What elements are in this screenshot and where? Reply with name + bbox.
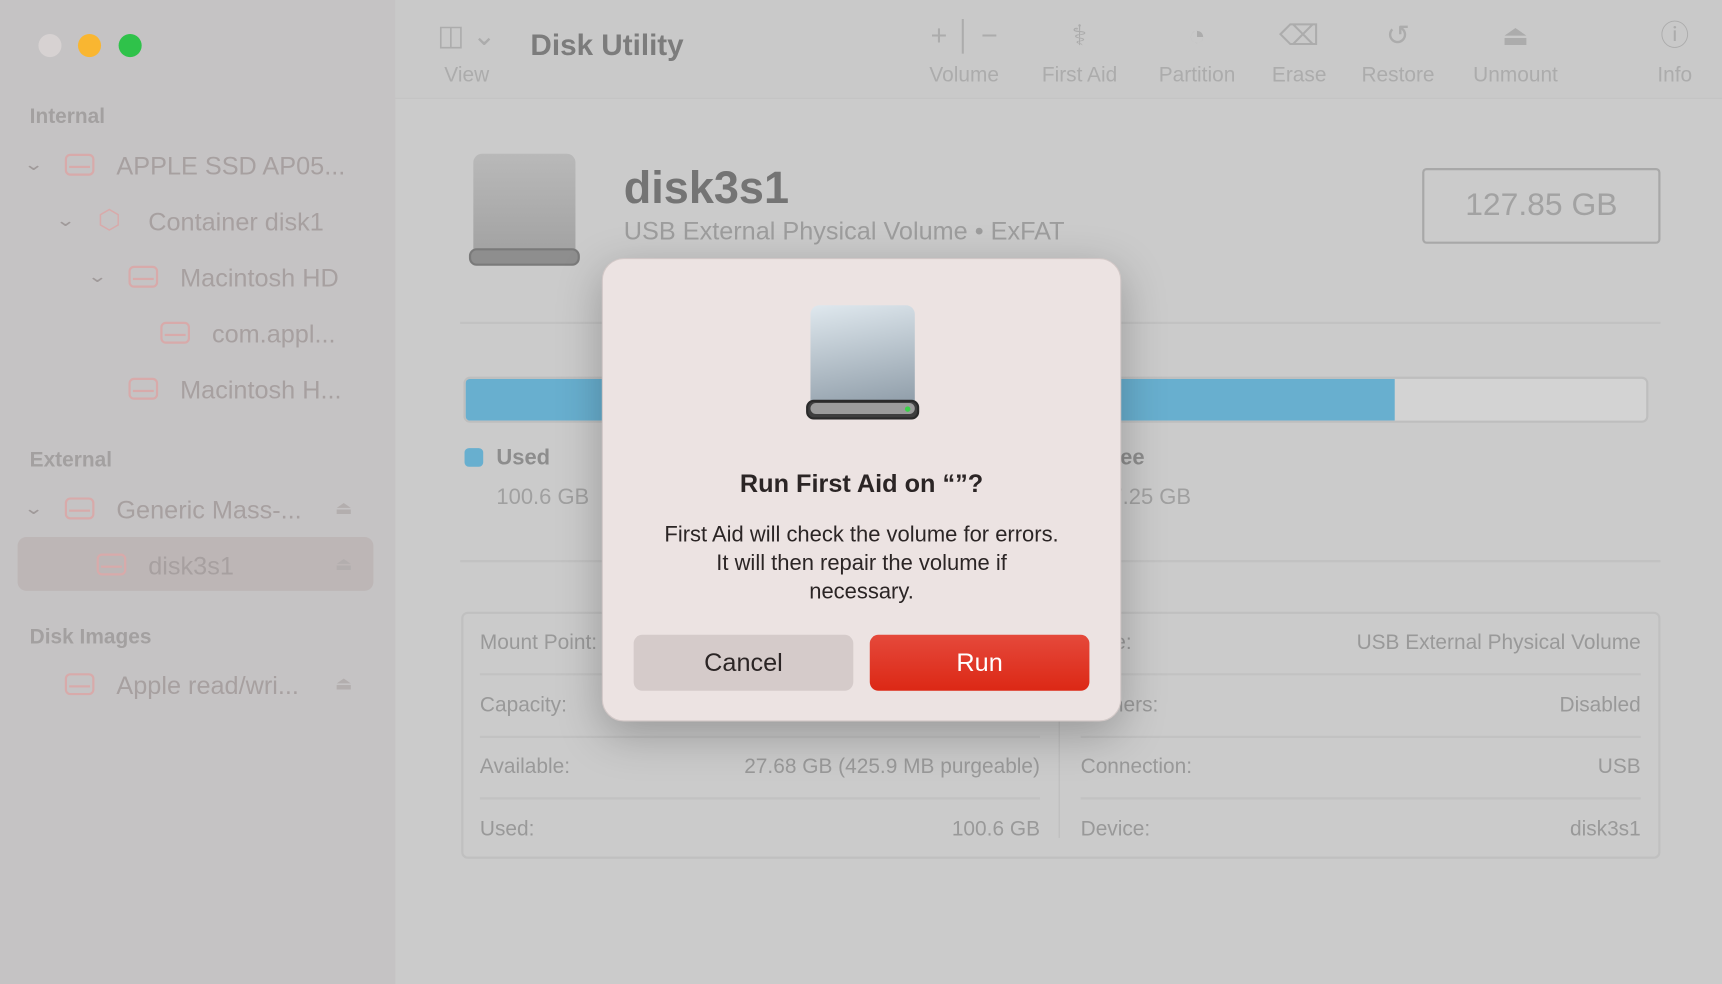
drive-icon [128,265,159,288]
used-legend-value: 100.6 GB [496,485,590,510]
drive-icon [806,305,920,420]
section-disk-images: Disk Images [29,625,152,650]
info-value: USB [1597,755,1641,779]
sidebar-item-label: Apple read/wri... [116,671,299,700]
restore-icon: ↺ [1386,18,1410,52]
drive-icon [96,553,127,576]
volume-subtitle: USB External Physical Volume • ExFAT [623,216,1065,245]
sidebar-item-com-apple[interactable]: com.appl... [0,311,395,355]
drive-icon [64,497,95,520]
cancel-button[interactable]: Cancel [633,634,854,691]
sidebar-item-label: Macintosh HD [180,263,339,293]
used-legend-swatch [464,448,484,467]
view-label: View [444,63,490,87]
info-label: Connection: [1080,755,1192,779]
section-external: External [29,449,112,473]
sidebar: Internal ⌄ APPLE SSD AP05... ⌄ ⬡ Contain… [0,0,396,984]
volume-name: disk3s1 [623,162,790,214]
drive-icon [64,673,95,696]
plus-minus-icon: + │ − [930,18,998,52]
sidebar-item-apple-ssd[interactable]: ⌄ APPLE SSD AP05... [0,143,395,187]
eject-icon[interactable]: ⏏ [335,553,353,575]
row-divider [479,735,1040,738]
close-button[interactable] [38,34,62,58]
first-aid-button[interactable]: ⚕ First Aid [1042,18,1117,88]
info-value: 100.6 GB [951,818,1040,842]
erase-disk-icon: ⌫ [1278,18,1320,52]
dialog-title: Run First Aid on “”? [739,468,984,498]
chevron-down-icon[interactable]: ⌄ [23,497,44,519]
restore-button[interactable]: ↺ Restore [1361,18,1434,88]
info-value: USB External Physical Volume [1356,631,1641,655]
drive-icon [160,321,190,344]
eject-icon[interactable]: ⏏ [335,673,353,695]
dialog-message-line: It will then repair the volume if [716,551,1007,576]
unmount-icon: ⏏ [1502,18,1530,52]
volume-button[interactable]: + │ − Volume [929,18,999,88]
volume-label: Volume [929,63,1000,87]
info-label: Device: [1080,818,1151,842]
section-internal: Internal [29,105,106,129]
chevron-down-icon[interactable]: ⌄ [87,266,108,288]
dialog-message-line: First Aid will check the volume for erro… [664,522,1059,547]
info-icon: ⓘ [1660,18,1690,52]
sidebar-item-container[interactable]: ⌄ ⬡ Container disk1 [0,199,395,243]
info-value: 27.68 GB (425.9 MB purgeable) [744,755,1040,779]
partition-label: Partition [1158,63,1236,87]
info-value: Disabled [1559,694,1641,718]
sidebar-item-label: Container disk1 [148,207,324,237]
restore-label: Restore [1361,63,1435,87]
sidebar-item-label: APPLE SSD AP05... [116,151,346,181]
info-label: Mount Point: [479,631,598,655]
sidebar-item-macintosh-hd-data[interactable]: Macintosh H... [0,367,395,411]
used-legend-label: Used [496,445,551,471]
run-button[interactable]: Run [869,634,1090,691]
unmount-button[interactable]: ⏏ Unmount [1473,18,1558,88]
info-label: Used: [479,818,535,842]
row-divider [1080,735,1641,738]
zoom-button[interactable] [118,34,142,58]
eject-icon[interactable]: ⏏ [335,497,353,519]
sidebar-item-macintosh-hd[interactable]: ⌄ Macintosh HD [0,255,395,299]
drive-icon [128,377,159,400]
erase-label: Erase [1271,63,1327,87]
info-button[interactable]: ⓘ Info [1657,18,1692,88]
unmount-label: Unmount [1473,63,1558,87]
volume-drive-icon [468,153,580,266]
sidebar-toggle-icon: ◫ ⌄ [437,18,497,52]
window-title: Disk Utility [530,28,684,62]
partition-button[interactable]: ◔ Partition [1159,18,1236,88]
sidebar-item-disk3s1[interactable]: disk3s1 ⏏ [0,543,395,587]
pie-chart-icon: ◔ [1188,18,1206,52]
container-icon: ⬡ [97,205,121,236]
row-divider [479,797,1040,800]
info-label: Info [1657,63,1693,87]
info-label: Available: [479,755,571,779]
sidebar-item-apple-read-write[interactable]: Apple read/wri... ⏏ [0,662,395,706]
dialog-message-line: necessary. [809,579,914,605]
sidebar-item-generic-mass[interactable]: ⌄ Generic Mass-... ⏏ [0,487,395,531]
drive-icon [64,153,95,176]
sidebar-item-label: disk3s1 [148,551,234,580]
chevron-down-icon[interactable]: ⌄ [55,210,76,232]
erase-button[interactable]: ⌫ Erase [1272,18,1327,88]
view-button[interactable]: ◫ ⌄ View [437,18,496,88]
sidebar-item-label: Macintosh H... [180,375,342,405]
sidebar-item-label: Generic Mass-... [116,495,302,524]
first-aid-label: First Aid [1041,63,1118,87]
row-divider [1080,797,1641,800]
dialog-message: First Aid will check the volume for erro… [603,521,1120,607]
stethoscope-icon: ⚕ [1071,18,1088,52]
chevron-down-icon[interactable]: ⌄ [23,154,44,176]
info-value: disk3s1 [1569,818,1641,842]
first-aid-dialog: Run First Aid on “”? First Aid will chec… [601,258,1122,722]
sidebar-item-label: com.appl... [211,319,336,349]
minimize-button[interactable] [77,34,102,58]
volume-size-box: 127.85 GB [1422,168,1661,244]
row-divider [1080,673,1641,676]
info-label: Capacity: [479,694,567,718]
